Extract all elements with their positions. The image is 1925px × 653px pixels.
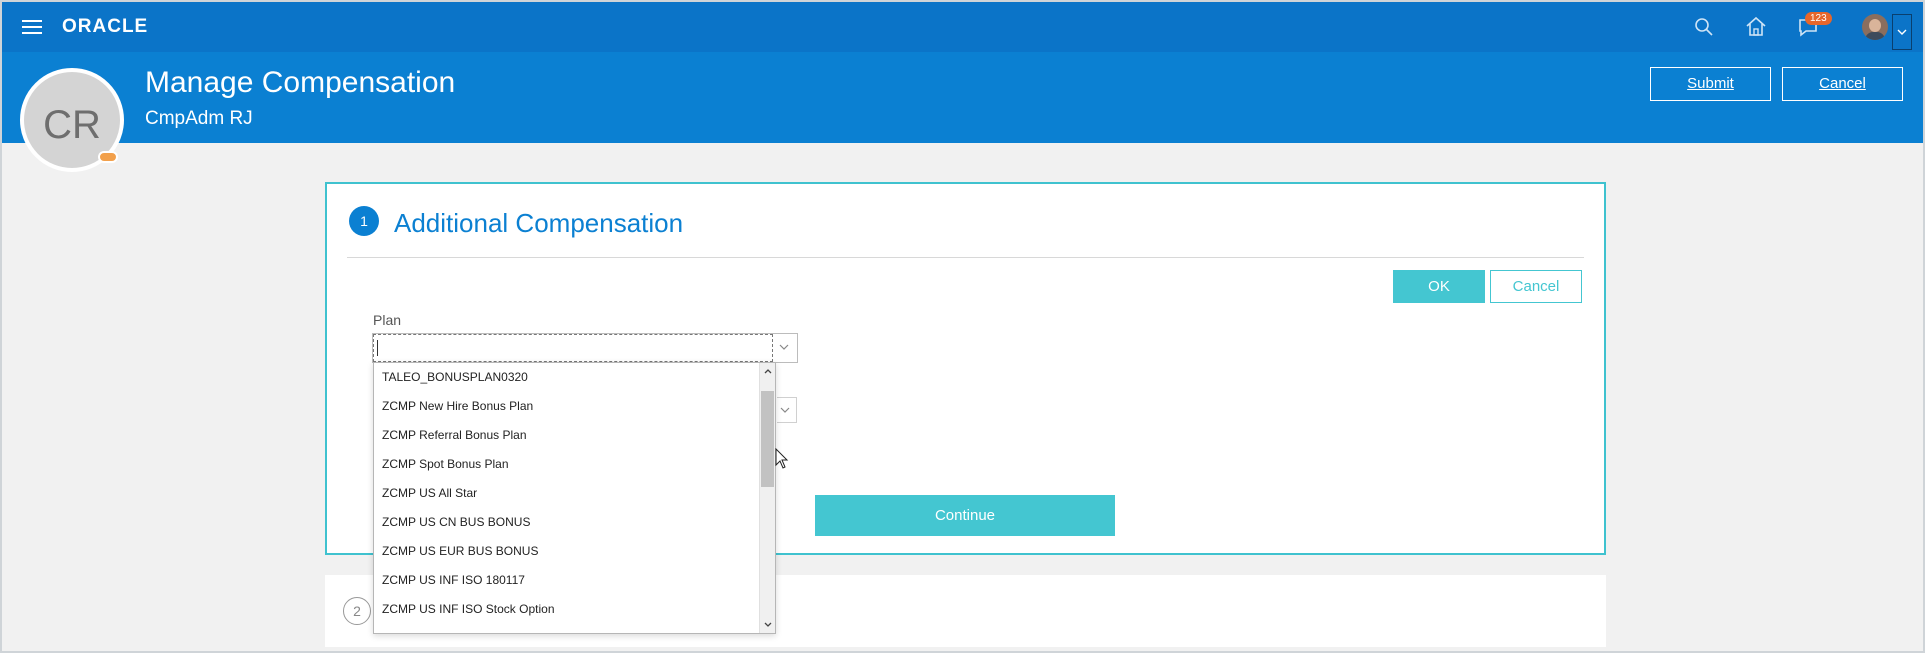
- plan-label: Plan: [373, 312, 402, 328]
- dropdown-scrollbar[interactable]: [759, 363, 775, 633]
- chevron-down-icon: [1897, 29, 1907, 35]
- plan-option[interactable]: ZCMP US All Star: [374, 479, 759, 508]
- plan-select[interactable]: [372, 333, 798, 363]
- user-menu-button[interactable]: [1892, 14, 1912, 50]
- plan-option[interactable]: ZCMP US CN BUS BONUS: [374, 508, 759, 537]
- chevron-down-icon: [780, 407, 790, 413]
- menu-icon[interactable]: [22, 20, 42, 34]
- chevron-down-icon[interactable]: [779, 342, 789, 352]
- plan-option[interactable]: ZCMP Referral Bonus Plan: [374, 421, 759, 450]
- mouse-cursor-icon: [775, 448, 789, 469]
- presence-indicator: [98, 151, 118, 163]
- divider: [347, 257, 1584, 258]
- ok-button[interactable]: OK: [1393, 270, 1485, 303]
- page-subtitle: CmpAdm RJ: [145, 108, 253, 129]
- notification-badge: 123: [1805, 12, 1832, 25]
- home-icon[interactable]: [1744, 15, 1768, 39]
- scroll-up-icon[interactable]: [763, 366, 773, 376]
- plan-dropdown-list[interactable]: TALEO_BONUSPLAN0320 ZCMP New Hire Bonus …: [373, 362, 776, 634]
- step-cancel-button[interactable]: Cancel: [1490, 270, 1582, 303]
- plan-option[interactable]: ZCMP New Hire Bonus Plan: [374, 392, 759, 421]
- step-2-number: 2: [343, 597, 371, 625]
- user-avatar[interactable]: [1862, 14, 1888, 40]
- oracle-logo: ORACLE: [62, 16, 149, 37]
- secondary-select-toggle[interactable]: [777, 397, 797, 423]
- plan-option[interactable]: ZCMP US INF ISO Stock Option: [374, 595, 759, 624]
- focus-outline: [373, 334, 773, 362]
- plan-option[interactable]: ZCMP US INF ISO 180117: [374, 566, 759, 595]
- submit-button[interactable]: Submit: [1650, 67, 1771, 101]
- page-title: Manage Compensation: [145, 66, 456, 99]
- header-cancel-button[interactable]: Cancel: [1782, 67, 1903, 101]
- plan-option[interactable]: ZCMP US EUR BUS BONUS: [374, 537, 759, 566]
- step-1-title: Additional Compensation: [394, 208, 684, 238]
- continue-button[interactable]: Continue: [815, 495, 1115, 536]
- avatar-initials: CR: [43, 103, 101, 147]
- scrollbar-thumb[interactable]: [761, 391, 774, 487]
- global-header: ORACLE 123: [2, 2, 1923, 52]
- search-icon[interactable]: [1692, 15, 1716, 39]
- plan-option[interactable]: ZCMP Spot Bonus Plan: [374, 450, 759, 479]
- plan-option[interactable]: TALEO_BONUSPLAN0320: [374, 363, 759, 392]
- step-1-number: 1: [349, 206, 379, 236]
- scroll-down-icon[interactable]: [763, 620, 773, 630]
- text-cursor: [377, 340, 378, 356]
